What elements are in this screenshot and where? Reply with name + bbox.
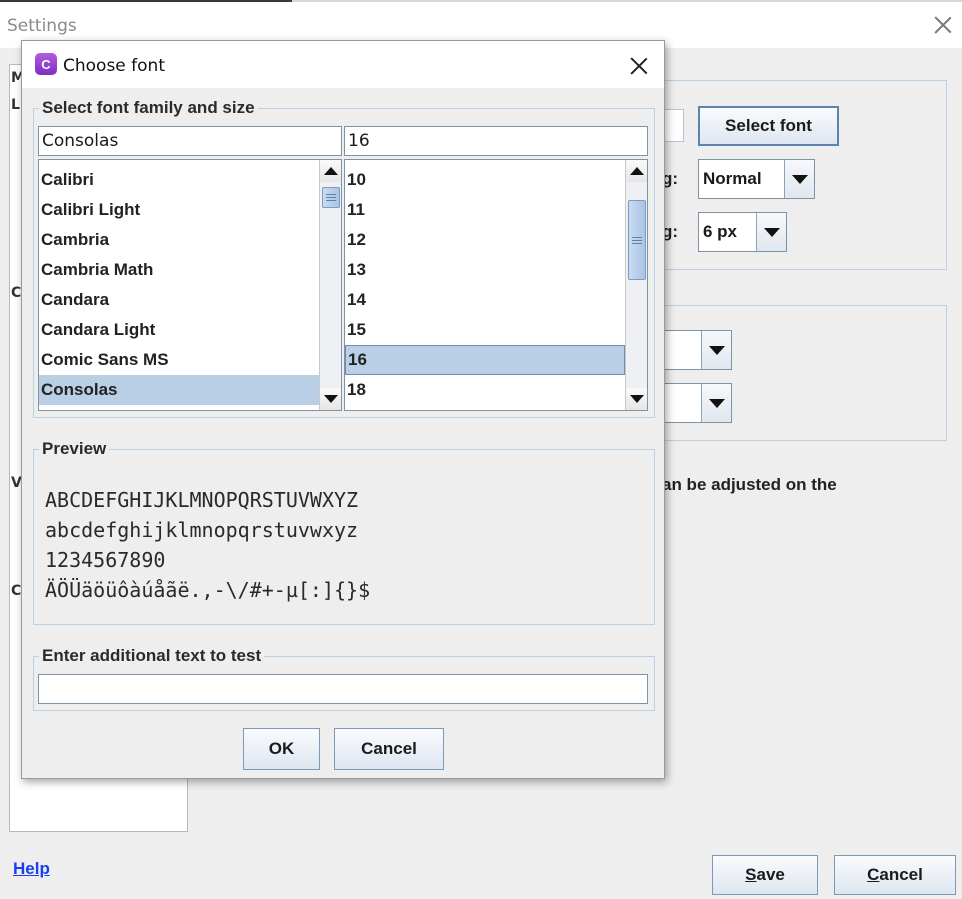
preview-legend: Preview [39, 439, 110, 459]
category-fragment: C [11, 285, 22, 301]
chevron-down-icon[interactable] [701, 384, 731, 422]
scroll-thumb[interactable] [628, 200, 646, 280]
list-item[interactable]: 12 [345, 225, 625, 255]
help-link[interactable]: Help [13, 859, 50, 879]
scroll-up-icon[interactable] [626, 160, 647, 182]
scroll-down-icon[interactable] [626, 388, 647, 410]
scroll-up-icon[interactable] [320, 160, 341, 182]
additional-text-legend: Enter additional text to test [39, 646, 265, 666]
spacing-dropdown[interactable]: Normal [698, 159, 815, 199]
font-family-size-legend: Select font family and size [39, 98, 258, 118]
dialog-close-icon[interactable] [626, 53, 652, 79]
select-font-button[interactable]: Select font [698, 106, 839, 146]
chevron-down-icon[interactable] [756, 213, 786, 251]
font-family-input[interactable]: Consolas [38, 126, 342, 156]
list-item[interactable]: 14 [345, 285, 625, 315]
category-fragment: L [11, 97, 20, 113]
padding-dropdown[interactable]: 6 px [698, 212, 787, 252]
list-item[interactable]: Candara Light [39, 315, 319, 345]
font-family-list[interactable]: Bahnschrift Calibri Calibri Light Cambri… [38, 159, 342, 411]
save-mnemonic: S [745, 865, 757, 884]
color-dropdown-2[interactable] [662, 383, 732, 423]
list-item[interactable]: 18 [345, 375, 625, 405]
color-dropdown-1[interactable] [662, 330, 732, 370]
list-item[interactable]: Calibri Light [39, 195, 319, 225]
list-item-selected[interactable]: Consolas [39, 375, 319, 405]
font-size-list[interactable]: 9 10 11 12 13 14 15 16 18 [344, 159, 648, 411]
settings-window-title: Settings [7, 16, 77, 36]
color-dropdown-1-value [662, 331, 701, 369]
preview-text-line: ABCDEFGHIJKLMNOPQRSTUVWXYZ [45, 488, 359, 512]
list-item[interactable]: 13 [345, 255, 625, 285]
scroll-thumb[interactable] [322, 187, 340, 208]
ok-button[interactable]: OK [243, 728, 320, 770]
app-logo-icon: C [35, 53, 57, 75]
save-button[interactable]: Save [712, 855, 818, 895]
choose-font-dialog: C Choose font Select font family and siz… [21, 40, 665, 779]
chevron-down-icon[interactable] [701, 331, 731, 369]
spacing-value: Normal [703, 169, 762, 188]
size-list-scrollbar[interactable] [625, 160, 647, 410]
preview-text-line: ÄÖÜäöüôàúåãë.,-\/#+-µ[:]{}$ [45, 578, 371, 602]
list-item[interactable]: Candara [39, 285, 319, 315]
preview-text-line: abcdefghijklmnopqrstuvwxyz [45, 518, 359, 542]
category-fragment: C [11, 583, 22, 599]
scroll-down-icon[interactable] [320, 388, 341, 410]
save-label: ave [756, 865, 785, 884]
padding-value: 6 px [703, 222, 738, 241]
cancel-button[interactable]: Cancel [334, 728, 444, 770]
font-list-scrollbar[interactable] [319, 160, 341, 410]
additional-text-input[interactable] [38, 674, 648, 704]
list-item[interactable]: Calibri [39, 165, 319, 195]
list-item[interactable]: 11 [345, 195, 625, 225]
list-item[interactable]: Cambria Math [39, 255, 319, 285]
dialog-title: Choose font [63, 56, 165, 76]
list-item[interactable]: 15 [345, 315, 625, 345]
list-item[interactable]: Comic Sans MS [39, 345, 319, 375]
cancel-label: ancel [879, 865, 923, 884]
color-dropdown-2-value [662, 384, 701, 422]
list-item[interactable]: 10 [345, 165, 625, 195]
cancel-settings-button[interactable]: Cancel [834, 855, 956, 895]
list-item[interactable]: Cambria [39, 225, 319, 255]
font-name-field[interactable] [662, 109, 684, 142]
font-size-input[interactable]: 16 [344, 126, 648, 156]
settings-close-icon[interactable] [930, 12, 956, 38]
chevron-down-icon[interactable] [784, 160, 814, 198]
list-item-selected[interactable]: 16 [345, 345, 625, 375]
preview-text-line: 1234567890 [45, 548, 166, 572]
cancel-mnemonic: C [867, 865, 880, 884]
settings-note-text: an be adjusted on the [662, 475, 837, 494]
